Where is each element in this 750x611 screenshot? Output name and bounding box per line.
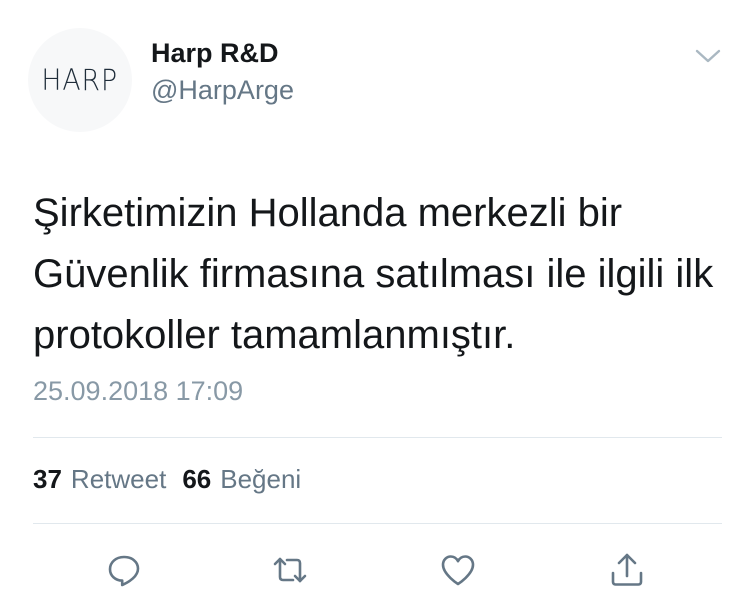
author-display-name[interactable]: Harp R&D xyxy=(151,38,279,69)
tweet-timestamp: 25.09.2018 17:09 xyxy=(33,376,244,406)
retweet-button[interactable] xyxy=(268,548,312,592)
retweets-count: 37 xyxy=(33,464,62,494)
reply-icon xyxy=(108,555,140,587)
likes-label: Beğeni xyxy=(220,464,302,494)
retweets-label: Retweet xyxy=(70,464,167,494)
reply-button[interactable] xyxy=(102,548,146,592)
divider xyxy=(33,523,722,524)
likes-stat[interactable]: 66 Beğeni xyxy=(182,464,301,495)
retweet-icon xyxy=(273,557,307,583)
divider xyxy=(33,437,722,438)
tweet-text: Şirketimizin Hollanda merkezli bir Güven… xyxy=(33,191,714,357)
like-button[interactable] xyxy=(436,548,480,592)
likes-count: 66 xyxy=(182,464,212,494)
heart-icon xyxy=(441,555,475,586)
author-handle[interactable]: @HarpArge xyxy=(151,75,294,106)
share-button[interactable] xyxy=(605,548,649,592)
avatar[interactable]: HARP xyxy=(28,28,132,132)
avatar-logo-text: HARP xyxy=(41,63,119,97)
chevron-down-icon[interactable] xyxy=(694,46,722,66)
tweet-stats: 37 Retweet 66 Beğeni xyxy=(33,464,317,495)
share-icon xyxy=(611,553,643,586)
retweets-stat[interactable]: 37 Retweet xyxy=(33,464,166,495)
tweet-actions-bar xyxy=(0,548,750,592)
